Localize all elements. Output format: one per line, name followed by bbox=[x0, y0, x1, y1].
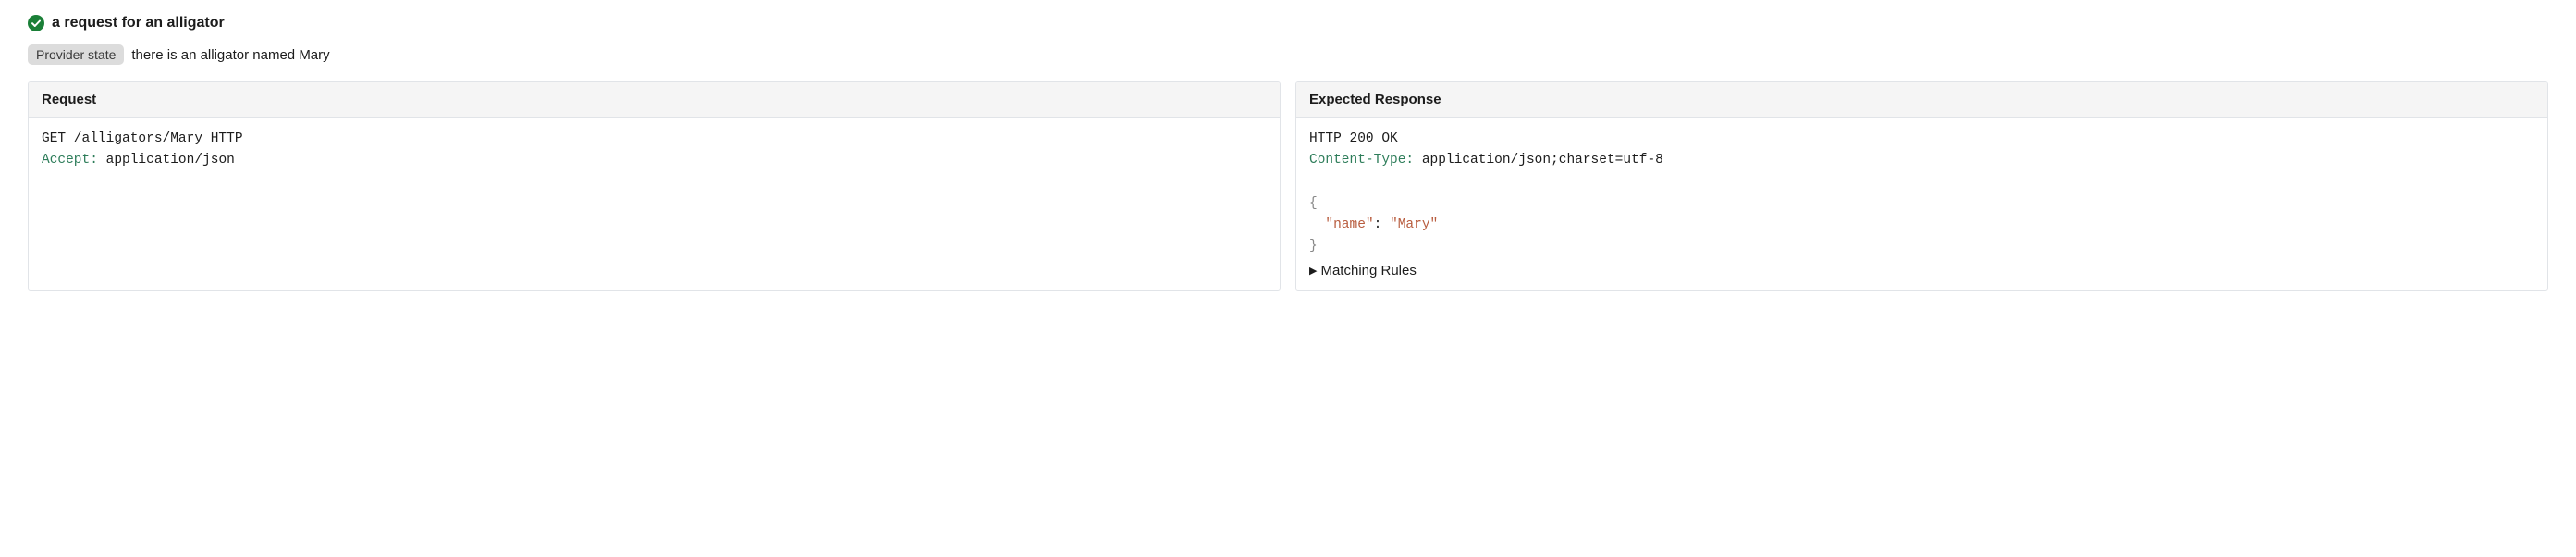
response-panel: Expected Response HTTP 200 OK Content-Ty… bbox=[1295, 81, 2548, 291]
response-code: HTTP 200 OK Content-Type: application/js… bbox=[1309, 129, 2534, 257]
success-check-icon bbox=[28, 15, 44, 31]
request-panel: Request GET /alligators/Mary HTTP Accept… bbox=[28, 81, 1281, 291]
provider-state-text: there is an alligator named Mary bbox=[131, 47, 329, 63]
response-status-line: HTTP 200 OK bbox=[1309, 131, 1398, 146]
request-panel-title: Request bbox=[29, 82, 1280, 118]
json-colon: : bbox=[1374, 217, 1390, 232]
json-indent bbox=[1309, 217, 1325, 232]
request-header-name: Accept: bbox=[42, 153, 98, 167]
matching-rules-toggle[interactable]: ▶ Matching Rules bbox=[1309, 263, 2534, 278]
response-header-name: Content-Type: bbox=[1309, 153, 1414, 167]
request-panel-body: GET /alligators/Mary HTTP Accept: applic… bbox=[29, 118, 1280, 182]
json-open-brace: { bbox=[1309, 196, 1318, 211]
disclosure-triangle-icon: ▶ bbox=[1309, 265, 1317, 277]
interaction-title: a request for an alligator bbox=[52, 15, 225, 31]
panels-container: Request GET /alligators/Mary HTTP Accept… bbox=[28, 81, 2548, 291]
provider-state-row: Provider state there is an alligator nam… bbox=[28, 44, 2548, 65]
response-panel-title: Expected Response bbox=[1296, 82, 2547, 118]
request-line: GET /alligators/Mary HTTP bbox=[42, 131, 243, 146]
matching-rules-label: Matching Rules bbox=[1320, 263, 1416, 278]
json-value: "Mary" bbox=[1390, 217, 1438, 232]
json-key: "name" bbox=[1325, 217, 1373, 232]
json-close-brace: } bbox=[1309, 239, 1318, 254]
response-panel-body: HTTP 200 OK Content-Type: application/js… bbox=[1296, 118, 2547, 290]
interaction-header: a request for an alligator bbox=[28, 15, 2548, 31]
provider-state-badge: Provider state bbox=[28, 44, 124, 65]
response-header-value: application/json;charset=utf-8 bbox=[1414, 153, 1663, 167]
request-code: GET /alligators/Mary HTTP Accept: applic… bbox=[42, 129, 1267, 171]
request-header-value: application/json bbox=[98, 153, 235, 167]
